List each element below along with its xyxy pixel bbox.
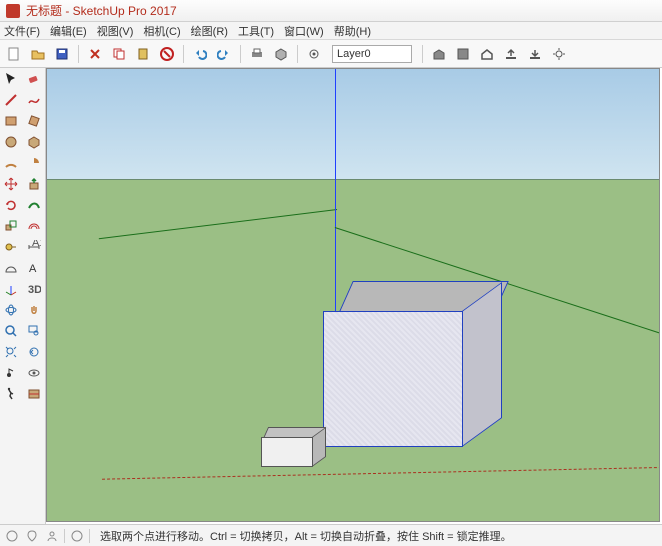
scale-icon[interactable] <box>1 217 21 235</box>
protractor-icon[interactable] <box>1 259 21 277</box>
info-icon[interactable] <box>69 528 85 544</box>
new-file-icon[interactable] <box>4 44 24 64</box>
cut-icon[interactable] <box>85 44 105 64</box>
eraser-icon[interactable] <box>24 70 44 88</box>
orbit-icon[interactable] <box>1 301 21 319</box>
svg-text:A: A <box>29 263 37 275</box>
save-icon[interactable] <box>52 44 72 64</box>
status-bar: 选取两个点进行移动。Ctrl = 切换拷贝，Alt = 切换自动折叠，按住 Sh… <box>0 524 662 546</box>
menu-camera[interactable]: 相机(C) <box>143 23 180 39</box>
upload-icon[interactable] <box>501 44 521 64</box>
home-icon[interactable] <box>477 44 497 64</box>
line-icon[interactable] <box>1 91 21 109</box>
offset-icon[interactable] <box>24 217 44 235</box>
3d-viewport[interactable] <box>46 68 660 522</box>
redo-icon[interactable] <box>214 44 234 64</box>
svg-text:3D: 3D <box>28 284 41 296</box>
axis-green-back <box>97 209 337 210</box>
dimension-icon[interactable]: A1 <box>24 238 44 256</box>
zoomextents-icon[interactable] <box>1 343 21 361</box>
menu-tools[interactable]: 工具(T) <box>238 23 274 39</box>
rotated-rect-icon[interactable] <box>24 112 44 130</box>
polygon-icon[interactable] <box>24 133 44 151</box>
select-icon[interactable] <box>1 70 21 88</box>
tape-icon[interactable] <box>1 238 21 256</box>
extension-icon[interactable] <box>453 44 473 64</box>
circle-icon[interactable] <box>1 133 21 151</box>
position-icon[interactable] <box>1 364 21 382</box>
svg-text:A1: A1 <box>32 240 41 249</box>
cube-side-face <box>462 282 502 447</box>
zoomwindow-icon[interactable] <box>24 322 44 340</box>
menu-window[interactable]: 窗口(W) <box>284 23 324 39</box>
rect-icon[interactable] <box>1 112 21 130</box>
freehand-icon[interactable] <box>24 91 44 109</box>
window-title: 无标题 - SketchUp Pro 2017 <box>26 2 177 19</box>
followme-icon[interactable] <box>24 196 44 214</box>
horizon-line <box>47 179 659 180</box>
move-icon[interactable] <box>1 175 21 193</box>
menu-help[interactable]: 帮助(H) <box>334 23 371 39</box>
model-icon[interactable] <box>271 44 291 64</box>
download-icon[interactable] <box>525 44 545 64</box>
user-icon[interactable] <box>44 528 60 544</box>
pushpull-icon[interactable] <box>24 175 44 193</box>
layer-visibility-icon[interactable] <box>304 44 324 64</box>
3dtext-icon[interactable]: 3D <box>24 280 44 298</box>
previous-icon[interactable] <box>24 343 44 361</box>
layer-label: Layer0 <box>337 48 371 60</box>
undo-icon[interactable] <box>190 44 210 64</box>
pan-icon[interactable] <box>24 301 44 319</box>
menu-edit[interactable]: 编辑(E) <box>50 23 87 39</box>
lookaround-icon[interactable] <box>24 364 44 382</box>
paste-icon[interactable] <box>133 44 153 64</box>
box-front-face <box>261 437 313 467</box>
warehouse-icon[interactable] <box>429 44 449 64</box>
map-icon[interactable] <box>4 528 20 544</box>
menu-view[interactable]: 视图(V) <box>97 23 134 39</box>
layer-dropdown[interactable]: Layer0 <box>332 45 412 63</box>
delete-icon[interactable] <box>157 44 177 64</box>
menu-file[interactable]: 文件(F) <box>4 23 40 39</box>
text-icon[interactable]: A <box>24 259 44 277</box>
status-hint: 选取两个点进行移动。Ctrl = 切换拷贝，Alt = 切换自动折叠，按住 Sh… <box>100 528 512 544</box>
copy-icon[interactable] <box>109 44 129 64</box>
pie-icon[interactable] <box>24 154 44 172</box>
axis-red <box>102 474 660 475</box>
axes-icon[interactable] <box>1 280 21 298</box>
sky-background <box>47 69 659 179</box>
app-logo-icon <box>6 4 20 18</box>
zoom-icon[interactable] <box>1 322 21 340</box>
rotate-icon[interactable] <box>1 196 21 214</box>
arc-icon[interactable] <box>1 154 21 172</box>
section-icon[interactable] <box>24 385 44 403</box>
cube-front-face <box>323 311 463 447</box>
menu-bar: 文件(F) 编辑(E) 视图(V) 相机(C) 绘图(R) 工具(T) 窗口(W… <box>0 22 662 40</box>
menu-draw[interactable]: 绘图(R) <box>191 23 228 39</box>
geo-icon[interactable] <box>24 528 40 544</box>
left-toolbar: A1 A 3D <box>0 68 46 524</box>
walk-icon[interactable] <box>1 385 21 403</box>
title-bar: 无标题 - SketchUp Pro 2017 <box>0 0 662 22</box>
axis-green <box>335 227 660 228</box>
print-icon[interactable] <box>247 44 267 64</box>
main-toolbar: Layer0 <box>0 40 662 68</box>
settings-icon[interactable] <box>549 44 569 64</box>
open-file-icon[interactable] <box>28 44 48 64</box>
